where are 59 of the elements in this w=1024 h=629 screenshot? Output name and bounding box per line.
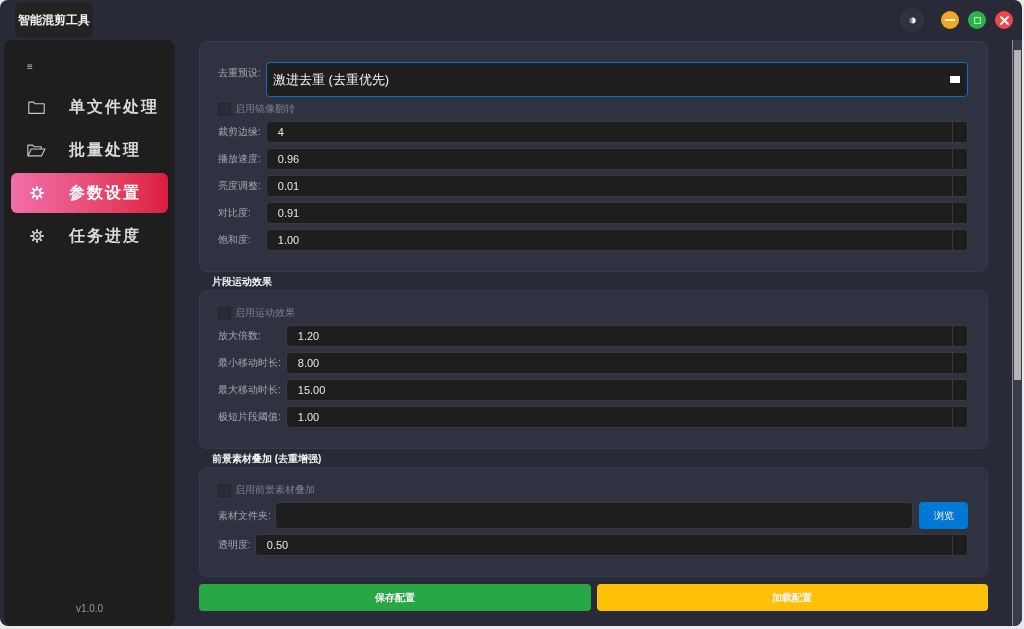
number-field[interactable]: 0.96 bbox=[265, 148, 968, 170]
number-field[interactable]: 1.00 bbox=[285, 406, 968, 428]
number-field[interactable]: 8.00 bbox=[285, 352, 968, 374]
field-label: 放大倍数: bbox=[218, 330, 262, 342]
field-label: 亮度调整: bbox=[218, 180, 261, 192]
scrollbar-thumb[interactable] bbox=[1014, 50, 1021, 380]
folder-icon bbox=[28, 100, 45, 114]
version-label: v1.0.0 bbox=[75, 603, 104, 615]
gear-icon bbox=[29, 229, 44, 243]
square-icon bbox=[950, 76, 960, 83]
field-label: 对比度: bbox=[218, 207, 252, 219]
section-title: 片段运动效果 bbox=[211, 274, 272, 289]
window-title: 智能混剪工具 bbox=[15, 2, 93, 38]
field-label: 饱和度: bbox=[218, 234, 252, 246]
number-field[interactable]: 1.20 bbox=[285, 325, 968, 347]
maximize-icon bbox=[973, 16, 981, 24]
gear-icon bbox=[29, 186, 44, 200]
dropdown[interactable]: 激进去重 (去重优先) bbox=[265, 62, 968, 97]
field-label: 去重预设: bbox=[218, 67, 261, 79]
field-label: 透明度: bbox=[218, 539, 251, 551]
theme-toggle-button[interactable] bbox=[900, 8, 924, 32]
maximize-button[interactable] bbox=[968, 11, 986, 29]
sidebar-item[interactable]: 单文件处理 bbox=[11, 87, 168, 127]
sidebar-item[interactable]: 批量处理 bbox=[11, 130, 168, 170]
spin-buttons[interactable] bbox=[952, 407, 967, 427]
close-button[interactable] bbox=[995, 11, 1013, 29]
field-label: 极短片段阈值: bbox=[218, 411, 281, 423]
number-field[interactable]: 15.00 bbox=[285, 379, 968, 401]
spin-buttons[interactable] bbox=[952, 353, 967, 373]
sidebar-item[interactable]: 参数设置 bbox=[11, 173, 168, 213]
field-label: 最大移动时长: bbox=[218, 384, 281, 396]
number-field[interactable]: 1.00 bbox=[265, 229, 968, 251]
browse-button[interactable]: 浏览 bbox=[919, 502, 968, 529]
number-field[interactable]: 0.91 bbox=[265, 202, 968, 224]
half-circle-icon bbox=[908, 16, 916, 24]
spin-buttons[interactable] bbox=[952, 149, 967, 169]
field-label: 素材文件夹: bbox=[218, 509, 271, 522]
field-label: 播放速度: bbox=[218, 153, 261, 165]
field-label: 裁剪边缘: bbox=[218, 126, 261, 138]
minimize-button[interactable] bbox=[941, 11, 959, 29]
folder-path-field[interactable] bbox=[274, 502, 913, 529]
open-folder-icon bbox=[27, 143, 46, 157]
number-field[interactable]: 4 bbox=[265, 121, 968, 143]
spin-buttons[interactable] bbox=[952, 326, 967, 346]
sidebar-item[interactable]: 任务进度 bbox=[11, 216, 168, 256]
spin-buttons[interactable] bbox=[952, 380, 967, 400]
close-icon bbox=[999, 15, 1009, 25]
number-field[interactable]: 0.50 bbox=[254, 534, 968, 556]
spin-buttons[interactable] bbox=[952, 203, 967, 223]
spin-buttons[interactable] bbox=[952, 230, 967, 250]
minimize-icon bbox=[945, 19, 955, 21]
spin-buttons[interactable] bbox=[952, 535, 967, 555]
scrollbar[interactable] bbox=[1012, 40, 1022, 626]
number-field[interactable]: 0.01 bbox=[265, 175, 968, 197]
section-title: 前景素材叠加 (去重增强) bbox=[211, 451, 322, 466]
field-label: 最小移动时长: bbox=[218, 357, 281, 369]
menu-button[interactable]: ≡ bbox=[27, 60, 33, 73]
spin-buttons[interactable] bbox=[952, 122, 967, 142]
spin-buttons[interactable] bbox=[952, 176, 967, 196]
